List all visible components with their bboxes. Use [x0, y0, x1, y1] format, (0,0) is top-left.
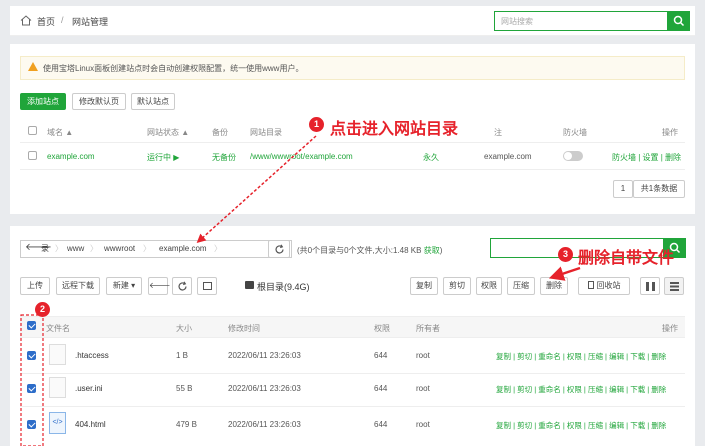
- annotation-arrow-1: [20, 135, 581, 446]
- annotation-badge-1: 1: [309, 117, 324, 132]
- annotation-badge-3: 3: [558, 247, 573, 262]
- annotation-text-3: 删除自带文件: [578, 250, 675, 267]
- annotation-badge-2: 2: [35, 302, 50, 317]
- annotation-text-1: 点击进入网站目录: [330, 121, 459, 138]
